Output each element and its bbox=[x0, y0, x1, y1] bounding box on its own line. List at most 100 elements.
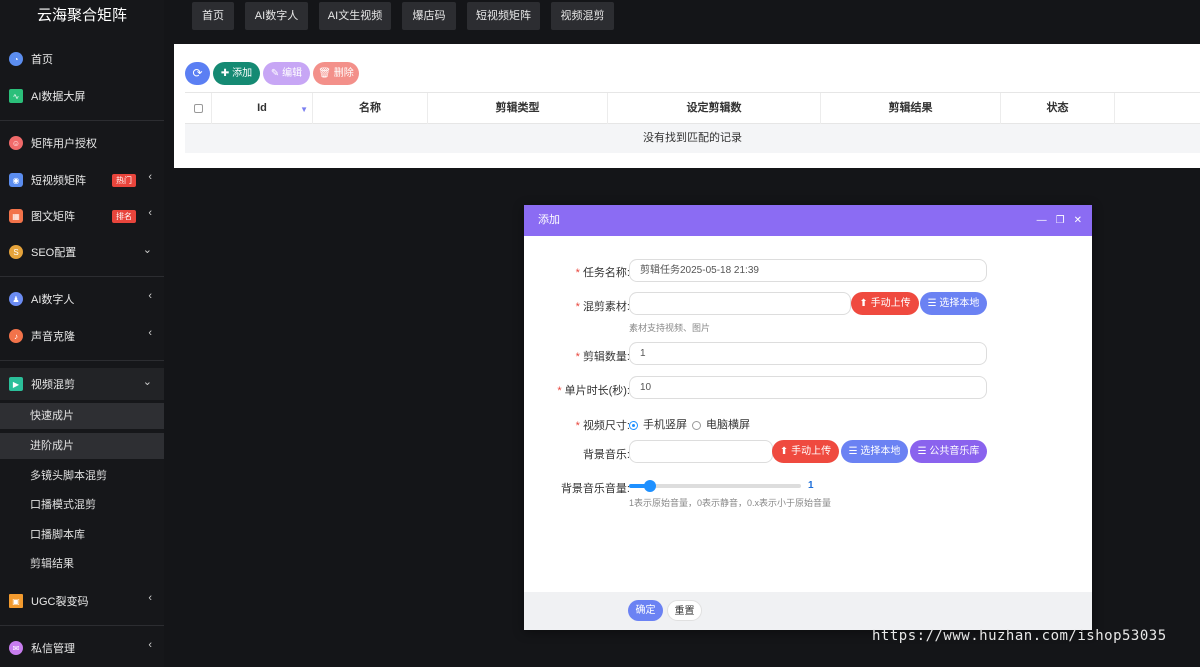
sidebar-item-user-auth[interactable]: ☺ 矩阵用户授权 bbox=[0, 130, 164, 156]
sidebar-divider bbox=[0, 625, 164, 626]
topnav-short-video[interactable]: 短视频矩阵 bbox=[467, 2, 540, 30]
content-panel: ⟳ ✚ 添加 ✎ 编辑 🗑 删除 Id ▼ 名称 剪辑类型 设定剪辑数 剪辑结果… bbox=[174, 44, 1200, 168]
sidebar-item-voice-clone[interactable]: ♪ 声音克隆 ‹ bbox=[0, 323, 164, 349]
table-empty-row: 没有找到匹配的记录 bbox=[185, 124, 1200, 153]
edit-button[interactable]: ✎ 编辑 bbox=[263, 62, 310, 85]
size-option-landscape[interactable]: 电脑横屏 bbox=[692, 416, 750, 432]
radio-checked-icon bbox=[629, 420, 638, 430]
sidebar-item-label: 矩阵用户授权 bbox=[31, 138, 97, 150]
sidebar-subitem-quick[interactable]: 快速成片 bbox=[0, 403, 164, 429]
sidebar-item-label: SEO配置 bbox=[31, 247, 77, 259]
sidebar-item-label: UGC裂变码 bbox=[31, 596, 89, 608]
sidebar-item-image-text-matrix[interactable]: ▦ 图文矩阵 排名 ‹ bbox=[0, 203, 164, 229]
seo-icon: S bbox=[9, 245, 23, 259]
chevron-left-icon: ‹ bbox=[148, 207, 152, 219]
duration-input[interactable]: 10 bbox=[629, 376, 987, 399]
sidebar-item-label: AI数字人 bbox=[31, 294, 75, 306]
column-header-clip-result[interactable]: 剪辑结果 bbox=[820, 93, 1000, 124]
topnav-ai-text-video[interactable]: AI文生视频 bbox=[319, 2, 391, 30]
duration-label: * 单片时长(秒): bbox=[557, 385, 630, 397]
add-dialog: 添加 — ❐ ✕ * 任务名称: 剪辑任务2025-05-18 21:39 * 混剪… bbox=[524, 205, 1092, 630]
confirm-button[interactable]: 确定 bbox=[628, 600, 663, 621]
clapper-icon: ▶ bbox=[9, 377, 23, 391]
sidebar-subitem-broadcast-mode[interactable]: 口播模式混剪 bbox=[0, 492, 164, 518]
sidebar-item-video-mix[interactable]: ▶ 视频混剪 ⌄ bbox=[0, 368, 164, 400]
empty-message: 没有找到匹配的记录 bbox=[643, 132, 742, 144]
size-label: * 视频尺寸: bbox=[575, 420, 630, 432]
sidebar-divider bbox=[0, 360, 164, 361]
chevron-left-icon: ‹ bbox=[148, 327, 152, 339]
sidebar-subitem-script-library[interactable]: 口播脚本库 bbox=[0, 522, 164, 548]
topnav-shop-code[interactable]: 爆店码 bbox=[402, 2, 456, 30]
close-icon[interactable]: ✕ bbox=[1074, 205, 1082, 236]
select-all-checkbox[interactable] bbox=[193, 103, 203, 113]
material-hint: 素材支持视频、图片 bbox=[629, 323, 711, 333]
brand-title: 云海聚合矩阵 bbox=[36, 7, 127, 24]
sidebar-divider bbox=[0, 120, 164, 121]
people-icon: ♟ bbox=[9, 292, 23, 306]
user-icon: ☺ bbox=[9, 136, 23, 150]
material-label: * 混剪素材: bbox=[575, 301, 630, 313]
line-chart-icon: ∿ bbox=[9, 89, 23, 103]
material-input[interactable] bbox=[629, 292, 851, 315]
maximize-icon[interactable]: ❐ bbox=[1056, 205, 1065, 236]
public-music-library-button[interactable]: ☰ 公共音乐库 bbox=[910, 440, 987, 463]
watermark: https://www.huzhan.com/ishop53035 bbox=[872, 628, 1167, 644]
sidebar-item-home[interactable]: ◔ 首页 bbox=[0, 46, 164, 72]
column-header-id[interactable]: Id ▼ bbox=[211, 93, 312, 124]
table-header: Id ▼ 名称 剪辑类型 设定剪辑数 剪辑结果 状态 添 bbox=[185, 92, 1200, 124]
sidebar-item-ugc-code[interactable]: ▣ UGC裂变码 ‹ bbox=[0, 588, 164, 614]
music-upload-button[interactable]: ⬆ 手动上传 bbox=[772, 440, 839, 463]
sidebar-item-ai-dashboard[interactable]: ∿ AI数据大屏 bbox=[0, 83, 164, 109]
column-header-name[interactable]: 名称 bbox=[312, 93, 427, 124]
audio-icon: ♪ bbox=[9, 329, 23, 343]
sidebar-item-ai-avatar[interactable]: ♟ AI数字人 ‹ bbox=[0, 286, 164, 312]
column-header-added[interactable]: 添 bbox=[1114, 93, 1200, 124]
sidebar-item-label: 视频混剪 bbox=[31, 379, 75, 391]
video-icon: ◉ bbox=[9, 173, 23, 187]
chevron-left-icon: ‹ bbox=[148, 290, 152, 302]
sidebar-item-label: 图文矩阵 bbox=[31, 211, 75, 223]
music-choose-local-button[interactable]: ☰ 选择本地 bbox=[841, 440, 908, 463]
task-name-input[interactable]: 剪辑任务2025-05-18 21:39 bbox=[629, 259, 987, 282]
rank-badge: 排名 bbox=[112, 210, 136, 223]
volume-slider-handle[interactable] bbox=[644, 480, 656, 492]
topnav-ai-avatar[interactable]: AI数字人 bbox=[245, 2, 308, 30]
task-name-label: * 任务名称: bbox=[575, 267, 630, 279]
volume-slider-track[interactable] bbox=[629, 480, 801, 492]
material-upload-button[interactable]: ⬆ 手动上传 bbox=[851, 292, 919, 315]
refresh-button[interactable]: ⟳ bbox=[185, 62, 210, 85]
sidebar-item-seo-config[interactable]: S SEO配置 ⌄ bbox=[0, 239, 164, 265]
pie-chart-icon: ◔ bbox=[9, 52, 23, 66]
sidebar-item-short-video-matrix[interactable]: ◉ 短视频矩阵 热门 ‹ bbox=[0, 167, 164, 193]
sidebar-subitem-multi-shot[interactable]: 多镜头脚本混剪 bbox=[0, 463, 164, 489]
column-header-clip-type[interactable]: 剪辑类型 bbox=[427, 93, 607, 124]
sidebar-item-messages[interactable]: ✉ 私信管理 ‹ bbox=[0, 635, 164, 661]
delete-button[interactable]: 🗑 删除 bbox=[313, 62, 359, 85]
size-option-portrait[interactable]: 手机竖屏 bbox=[629, 416, 687, 432]
count-input[interactable]: 1 bbox=[629, 342, 987, 365]
qr-code-icon: ▣ bbox=[9, 594, 23, 608]
topnav-home[interactable]: 首页 bbox=[192, 2, 234, 30]
minimize-icon[interactable]: — bbox=[1037, 205, 1047, 236]
sidebar-subitem-advanced[interactable]: 进阶成片 bbox=[0, 433, 164, 459]
chevron-left-icon: ‹ bbox=[148, 639, 152, 651]
dialog-title: 添加 bbox=[538, 214, 560, 226]
column-label: Id bbox=[257, 102, 267, 114]
chevron-down-icon: ⌄ bbox=[142, 376, 152, 388]
count-label: * 剪辑数量: bbox=[575, 351, 630, 363]
material-choose-local-button[interactable]: ☰ 选择本地 bbox=[920, 292, 987, 315]
music-label: 背景音乐: bbox=[582, 449, 630, 461]
column-header-status[interactable]: 状态 bbox=[1000, 93, 1114, 124]
sidebar: 云海聚合矩阵 ◔ 首页 ∿ AI数据大屏 ☺ 矩阵用户授权 ◉ 短视频矩阵 热门… bbox=[0, 0, 164, 667]
topnav-video-mix[interactable]: 视频混剪 bbox=[551, 2, 614, 30]
add-button[interactable]: ✚ 添加 bbox=[213, 62, 260, 85]
column-header-clip-count[interactable]: 设定剪辑数 bbox=[607, 93, 820, 124]
sidebar-subitem-results[interactable]: 剪辑结果 bbox=[0, 551, 164, 577]
radio-unchecked-icon bbox=[692, 420, 701, 430]
reset-button[interactable]: 重置 bbox=[667, 600, 702, 621]
music-input[interactable] bbox=[629, 440, 773, 463]
sidebar-item-label: 声音克隆 bbox=[31, 331, 75, 343]
sidebar-divider bbox=[0, 276, 164, 277]
sidebar-item-label: AI数据大屏 bbox=[31, 91, 86, 103]
